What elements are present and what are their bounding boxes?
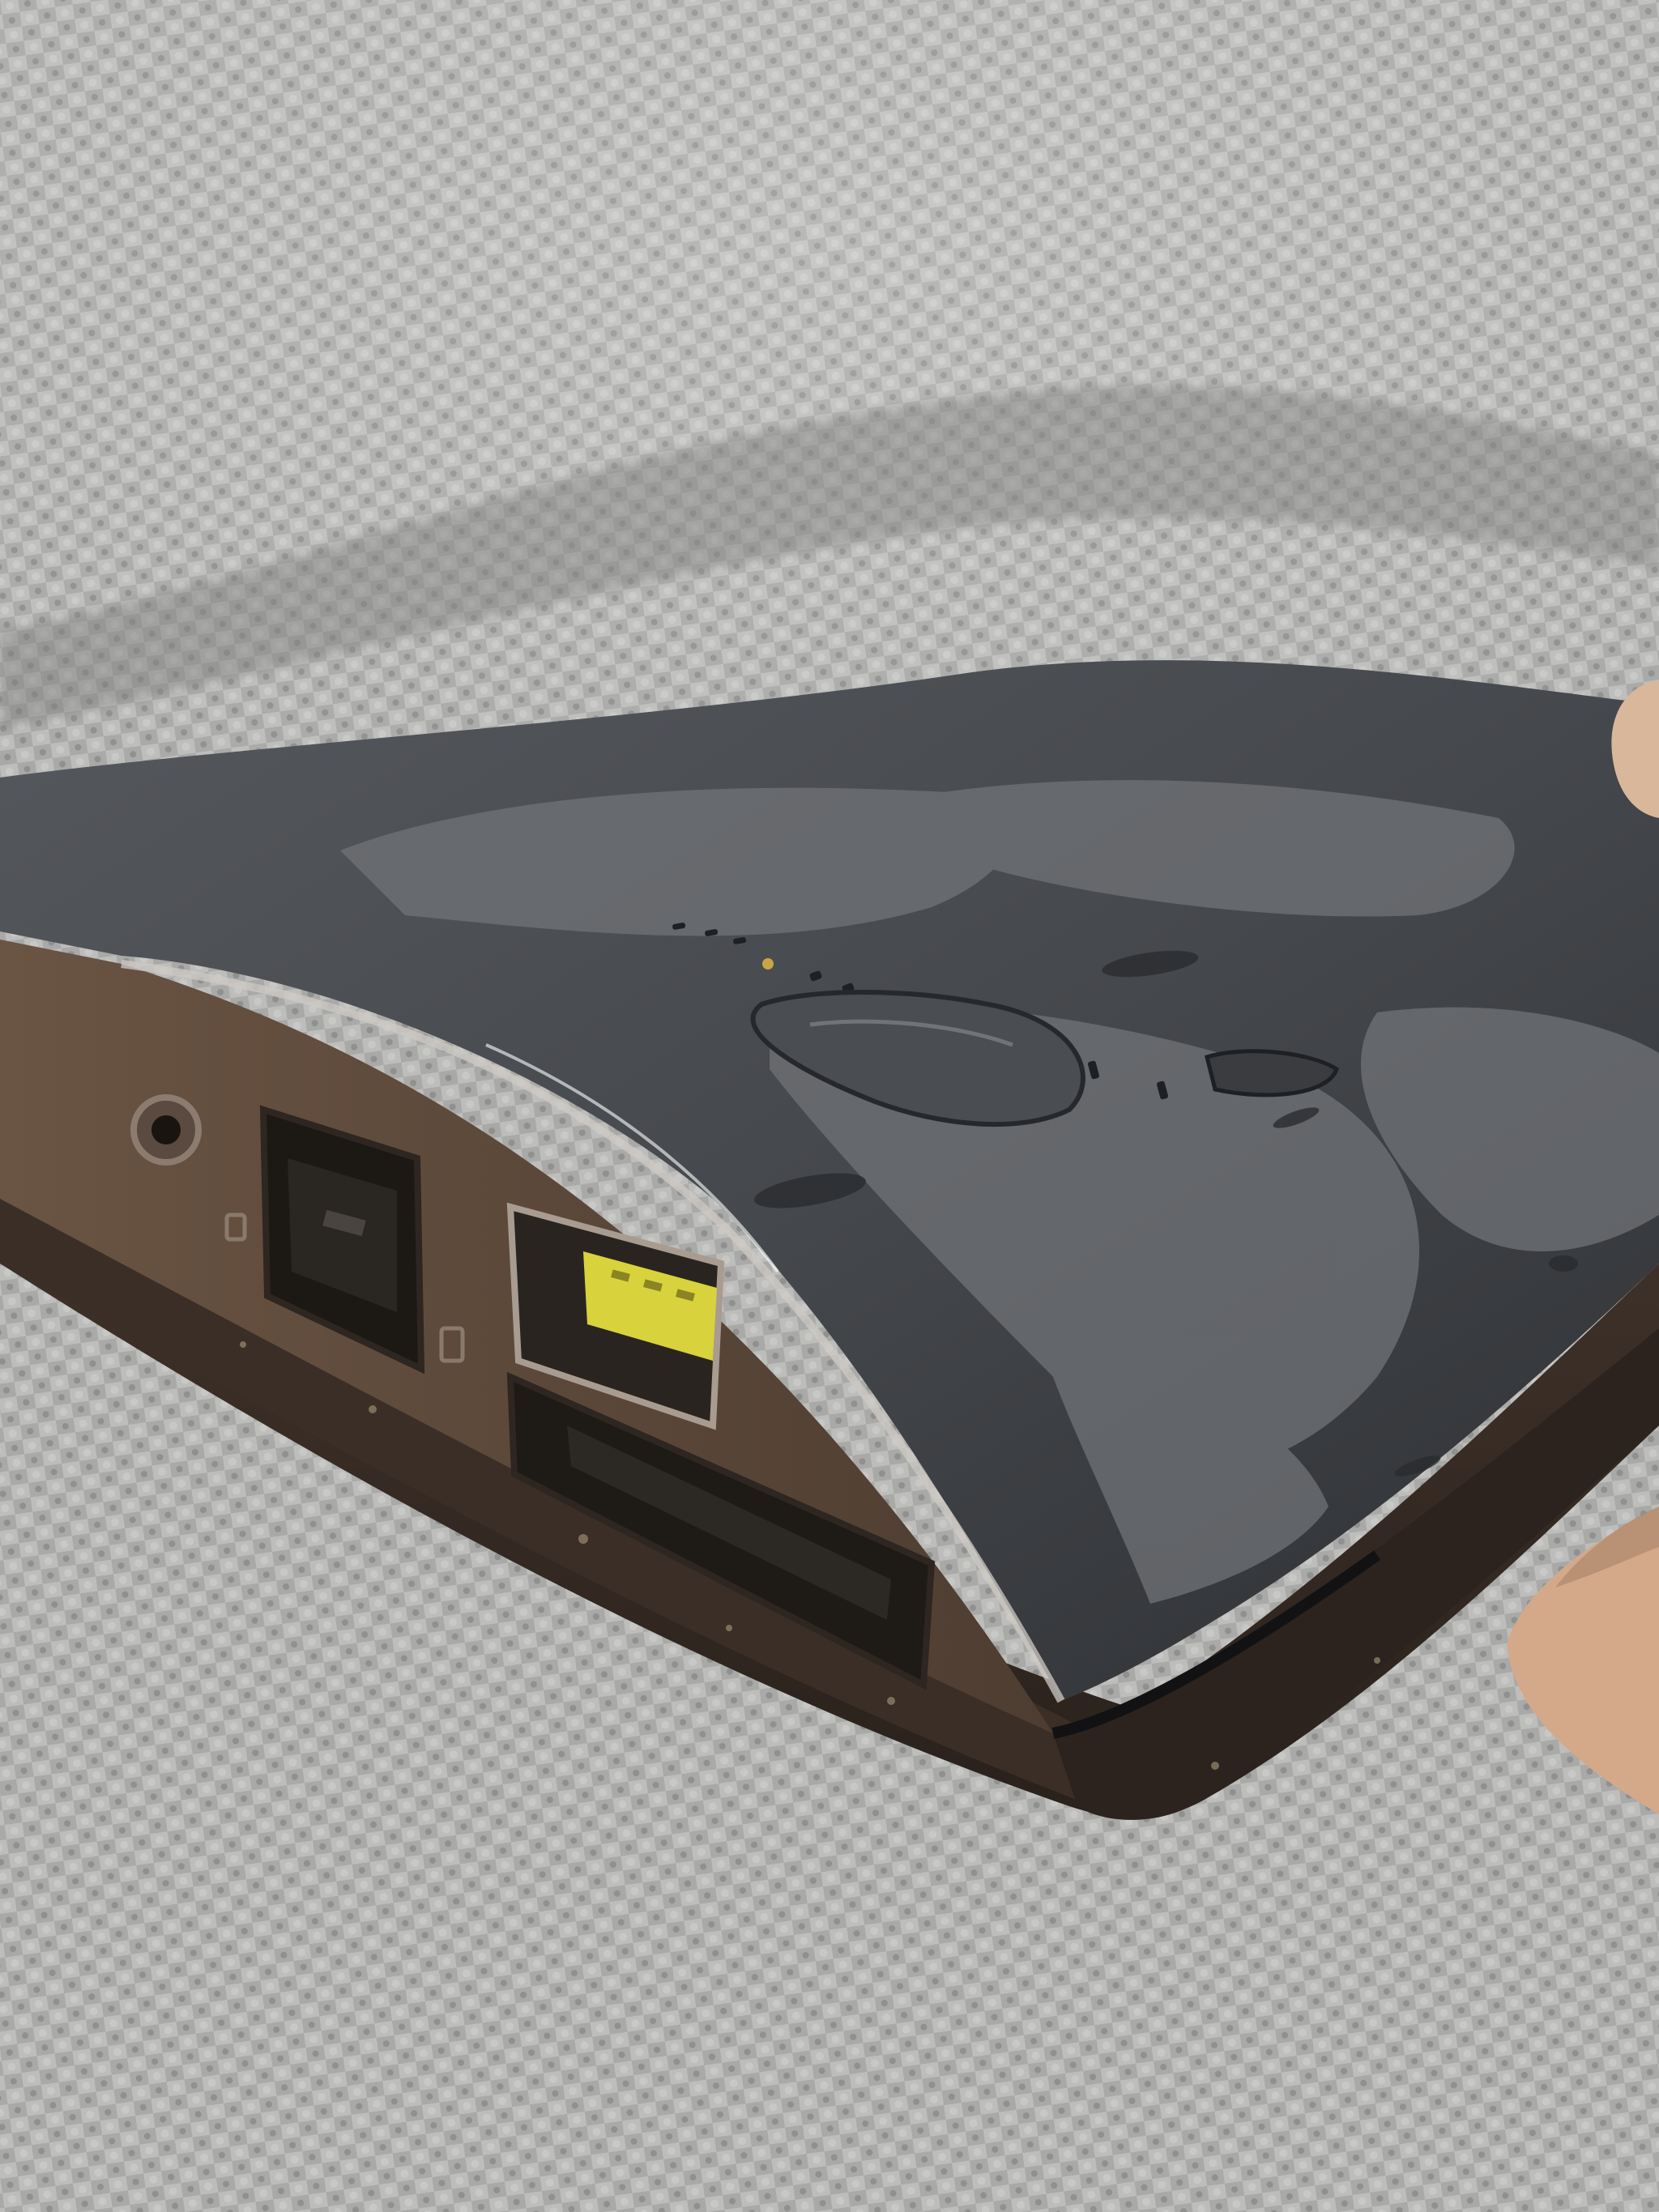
audio-jack-icon: [130, 1094, 202, 1166]
power-led: [762, 958, 774, 970]
photo-scene: [0, 0, 1659, 2212]
